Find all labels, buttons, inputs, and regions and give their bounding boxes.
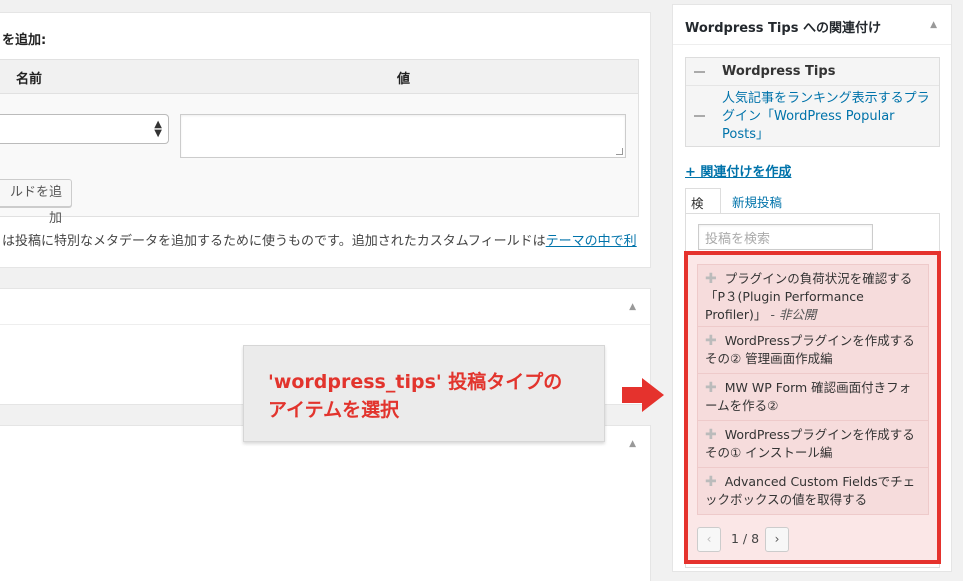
result-title: WordPressプラグインを作成するその① インストール編 xyxy=(705,427,915,460)
result-item[interactable]: ✚ WordPressプラグインを作成するその② 管理画面作成編 xyxy=(697,326,929,374)
add-custom-field-button[interactable]: ルドを追加 xyxy=(0,179,72,226)
meta-value-textarea[interactable] xyxy=(180,114,626,158)
column-name-header: 名前 xyxy=(16,72,43,87)
result-status: - 非公開 xyxy=(770,307,817,322)
connections-metabox: Wordpress Tips への関連付け ▲ Wordpress Tips 人… xyxy=(672,4,952,572)
select-arrows-icon: ▲ ▼ xyxy=(154,119,162,139)
right-arrow-icon xyxy=(622,378,664,412)
annotation-callout: 'wordpress_tips' 投稿タイプの アイテムを選択 xyxy=(243,345,605,442)
create-connection-link[interactable]: + 関連付けを作成 xyxy=(685,161,791,180)
collapse-arrow-icon[interactable]: ▲ xyxy=(930,20,937,30)
result-item[interactable]: ✚ Advanced Custom Fieldsでチェックボックスの値を取得する xyxy=(697,467,929,515)
result-item[interactable]: ✚ WordPressプラグインを作成するその① インストール編 xyxy=(697,420,929,468)
callout-line-2: アイテムを選択 xyxy=(268,399,400,421)
collapse-arrow-icon[interactable]: ▲ xyxy=(629,439,636,449)
related-item-link[interactable]: 人気記事をランキング表示するプラグイン「WordPress Popular Po… xyxy=(722,90,934,144)
resize-grip-icon[interactable] xyxy=(616,148,623,155)
callout-text: 'wordpress_tips' 投稿タイプの アイテムを選択 xyxy=(268,368,598,424)
custom-fields-box: を追加: 名前 値 ▲ ▼ ルドを追加 は投稿に特別なメタデータを追加するために使… xyxy=(0,12,651,268)
search-results-highlight: ✚ プラグインの負荷状況を確認する「P３(Plugin Performance P… xyxy=(684,251,941,564)
add-plus-icon: ✚ xyxy=(705,333,717,349)
remove-connection-icon[interactable] xyxy=(694,115,705,117)
result-title: Advanced Custom Fieldsでチェックボックスの値を取得する xyxy=(705,474,916,507)
related-list: Wordpress Tips 人気記事をランキング表示するプラグイン「WordP… xyxy=(685,57,940,147)
result-title: MW WP Form 確認画面付きフォームを作る② xyxy=(705,380,912,413)
custom-fields-description: は投稿に特別なメタデータを追加するために使うものです。追加されたカスタムフィール… xyxy=(2,230,637,249)
related-item-row: 人気記事をランキング表示するプラグイン「WordPress Popular Po… xyxy=(686,86,939,146)
custom-fields-heading: を追加: xyxy=(2,33,47,48)
tab-new-post[interactable]: 新規投稿 xyxy=(727,188,797,214)
add-plus-icon: ✚ xyxy=(705,271,717,287)
metabox-header[interactable]: Wordpress Tips への関連付け ▲ xyxy=(673,5,951,45)
meta-box-3: ▲ xyxy=(0,425,651,581)
collapse-arrow-icon[interactable]: ▲ xyxy=(629,302,636,312)
prev-page-button[interactable]: ‹ xyxy=(697,527,721,552)
result-item[interactable]: ✚ MW WP Form 確認画面付きフォームを作る② xyxy=(697,373,929,421)
page-count: 1 / 8 xyxy=(731,531,760,546)
custom-fields-table: 名前 値 ▲ ▼ ルドを追加 xyxy=(0,59,639,226)
meta-box-2-header[interactable]: ▲ xyxy=(0,289,650,325)
meta-key-select[interactable]: ▲ ▼ xyxy=(0,114,169,144)
post-search-input[interactable]: 投稿を検索 xyxy=(698,224,873,250)
result-title: WordPressプラグインを作成するその② 管理画面作成編 xyxy=(705,333,915,366)
drag-handle-icon[interactable] xyxy=(694,71,705,73)
next-page-button[interactable]: › xyxy=(765,527,789,552)
theme-link[interactable]: テーマの中で利 xyxy=(546,234,637,249)
metabox-title: Wordpress Tips への関連付け xyxy=(685,21,881,36)
description-text: は投稿に特別なメタデータを追加するために使うものです。追加されたカスタムフィール… xyxy=(2,234,546,249)
tab-search[interactable]: 検索 xyxy=(685,188,721,230)
result-item[interactable]: ✚ プラグインの負荷状況を確認する「P３(Plugin Performance P… xyxy=(697,264,929,330)
add-plus-icon: ✚ xyxy=(705,380,717,396)
main-column: を追加: 名前 値 ▲ ▼ ルドを追加 は投稿に特別なメタデータを追加するために使… xyxy=(0,0,652,581)
related-group-label: Wordpress Tips xyxy=(722,64,836,79)
column-value-header: 値 xyxy=(397,72,411,87)
custom-fields-table-header: 名前 値 xyxy=(0,60,638,94)
add-plus-icon: ✚ xyxy=(705,427,717,443)
related-group-row: Wordpress Tips xyxy=(686,58,939,86)
add-plus-icon: ✚ xyxy=(705,474,717,490)
callout-line-1: 'wordpress_tips' 投稿タイプの xyxy=(268,371,563,393)
